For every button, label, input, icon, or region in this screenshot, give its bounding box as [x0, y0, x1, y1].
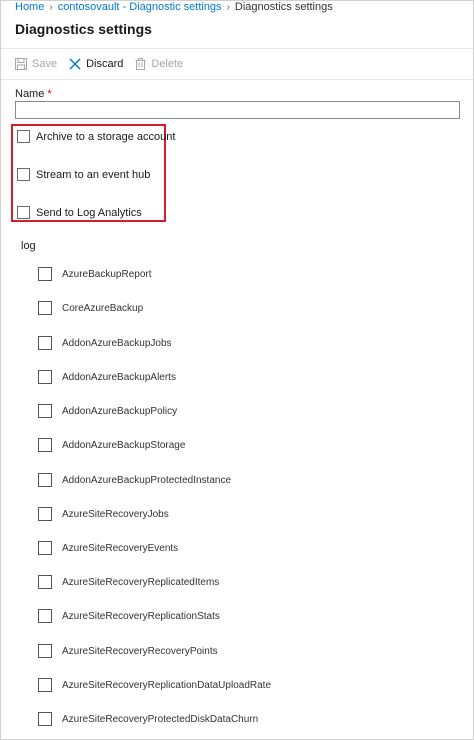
- stream-event-hub-label: Stream to an event hub: [36, 168, 151, 181]
- delete-button[interactable]: Delete: [135, 58, 183, 70]
- log-item-checkbox[interactable]: [38, 404, 52, 418]
- log-item-label: AzureSiteRecoveryReplicatedItems: [62, 576, 220, 588]
- log-item-row[interactable]: AzureSiteRecoveryReplicationDataUploadRa…: [38, 678, 271, 692]
- log-item-checkbox[interactable]: [38, 473, 52, 487]
- log-item-row[interactable]: AzureSiteRecoveryProtectedDiskDataChurn: [38, 712, 258, 726]
- log-analytics-label: Send to Log Analytics: [36, 206, 142, 219]
- log-item-label: AddonAzureBackupAlerts: [62, 371, 176, 383]
- log-item-row[interactable]: AzureSiteRecoveryEvents: [38, 541, 178, 555]
- log-item-label: AzureSiteRecoveryRecoveryPoints: [62, 645, 218, 657]
- title-divider: [1, 48, 473, 49]
- log-analytics-checkbox[interactable]: [17, 206, 30, 219]
- required-marker: *: [47, 88, 52, 100]
- floppy-disk-icon: [15, 58, 27, 70]
- toolbar-divider: [1, 79, 473, 80]
- log-item-checkbox[interactable]: [38, 267, 52, 281]
- discard-button[interactable]: Discard: [69, 58, 123, 70]
- log-item-row[interactable]: AddonAzureBackupAlerts: [38, 370, 176, 384]
- archive-storage-label: Archive to a storage account: [36, 130, 176, 143]
- stream-event-hub-checkbox[interactable]: [17, 168, 30, 181]
- save-label: Save: [32, 58, 58, 70]
- log-item-checkbox[interactable]: [38, 575, 52, 589]
- log-item-checkbox[interactable]: [38, 644, 52, 658]
- log-item-label: AddonAzureBackupPolicy: [62, 405, 178, 417]
- chevron-right-icon: ›: [226, 2, 230, 13]
- log-item-label: AddonAzureBackupStorage: [62, 439, 186, 451]
- breadcrumb: Home › contosovault - Diagnostic settings ›…: [15, 1, 333, 15]
- log-item-row[interactable]: AddonAzureBackupJobs: [38, 336, 172, 350]
- log-item-checkbox[interactable]: [38, 438, 52, 452]
- save-button[interactable]: Save: [15, 58, 57, 70]
- log-item-checkbox[interactable]: [38, 712, 52, 726]
- name-field-label: Name *: [15, 88, 52, 100]
- log-item-label: AzureSiteRecoveryJobs: [62, 508, 169, 520]
- log-item-label: AzureSiteRecoveryProtectedDiskDataChurn: [62, 713, 259, 725]
- breadcrumb-home-link[interactable]: Home: [15, 1, 44, 13]
- trash-icon: [135, 58, 146, 70]
- log-item-checkbox[interactable]: [38, 609, 52, 623]
- log-item-label: AddonAzureBackupJobs: [62, 337, 172, 349]
- archive-storage-checkbox[interactable]: [17, 130, 30, 143]
- log-item-checkbox[interactable]: [38, 541, 52, 555]
- log-item-row[interactable]: AddonAzureBackupPolicy: [38, 404, 177, 418]
- discard-label: Discard: [86, 58, 124, 70]
- log-item-checkbox[interactable]: [38, 678, 52, 692]
- log-item-row[interactable]: AzureSiteRecoveryJobs: [38, 507, 169, 521]
- page-title: Diagnostics settings: [15, 21, 152, 37]
- breadcrumb-vault-link[interactable]: contosovault - Diagnostic settings: [58, 1, 222, 13]
- log-item-row[interactable]: AzureSiteRecoveryRecoveryPoints: [38, 644, 218, 658]
- log-item-label: AddonAzureBackupProtectedInstance: [62, 474, 231, 486]
- log-item-checkbox[interactable]: [38, 301, 52, 315]
- log-item-label: AzureSiteRecoveryEvents: [62, 542, 179, 554]
- name-input[interactable]: [15, 101, 460, 119]
- close-x-icon: [69, 58, 81, 70]
- toolbar: Save Discard Delete: [15, 56, 195, 72]
- log-analytics-option[interactable]: Send to Log Analytics: [17, 206, 142, 219]
- log-item-checkbox[interactable]: [38, 336, 52, 350]
- log-item-row[interactable]: AzureSiteRecoveryReplicatedItems: [38, 575, 219, 589]
- log-item-label: AzureBackupReport: [62, 268, 152, 280]
- log-item-row[interactable]: AzureBackupReport: [38, 267, 152, 281]
- archive-storage-option[interactable]: Archive to a storage account: [17, 130, 175, 143]
- log-item-checkbox[interactable]: [38, 370, 52, 384]
- name-label-text: Name: [15, 88, 45, 100]
- log-item-row[interactable]: AddonAzureBackupStorage: [38, 438, 185, 452]
- log-item-label: CoreAzureBackup: [62, 302, 144, 314]
- log-item-label: AzureSiteRecoveryReplicationDataUploadRa…: [62, 679, 271, 691]
- delete-label: Delete: [151, 58, 184, 70]
- log-item-row[interactable]: CoreAzureBackup: [38, 301, 143, 315]
- log-section-header: log: [21, 240, 36, 252]
- chevron-right-icon: ›: [49, 2, 53, 13]
- stream-event-hub-option[interactable]: Stream to an event hub: [17, 168, 150, 181]
- log-item-row[interactable]: AzureSiteRecoveryReplicationStats: [38, 609, 220, 623]
- log-item-label: AzureSiteRecoveryReplicationStats: [62, 610, 220, 622]
- breadcrumb-current: Diagnostics settings: [234, 1, 333, 13]
- log-item-checkbox[interactable]: [38, 507, 52, 521]
- log-item-row[interactable]: AddonAzureBackupProtectedInstance: [38, 473, 231, 487]
